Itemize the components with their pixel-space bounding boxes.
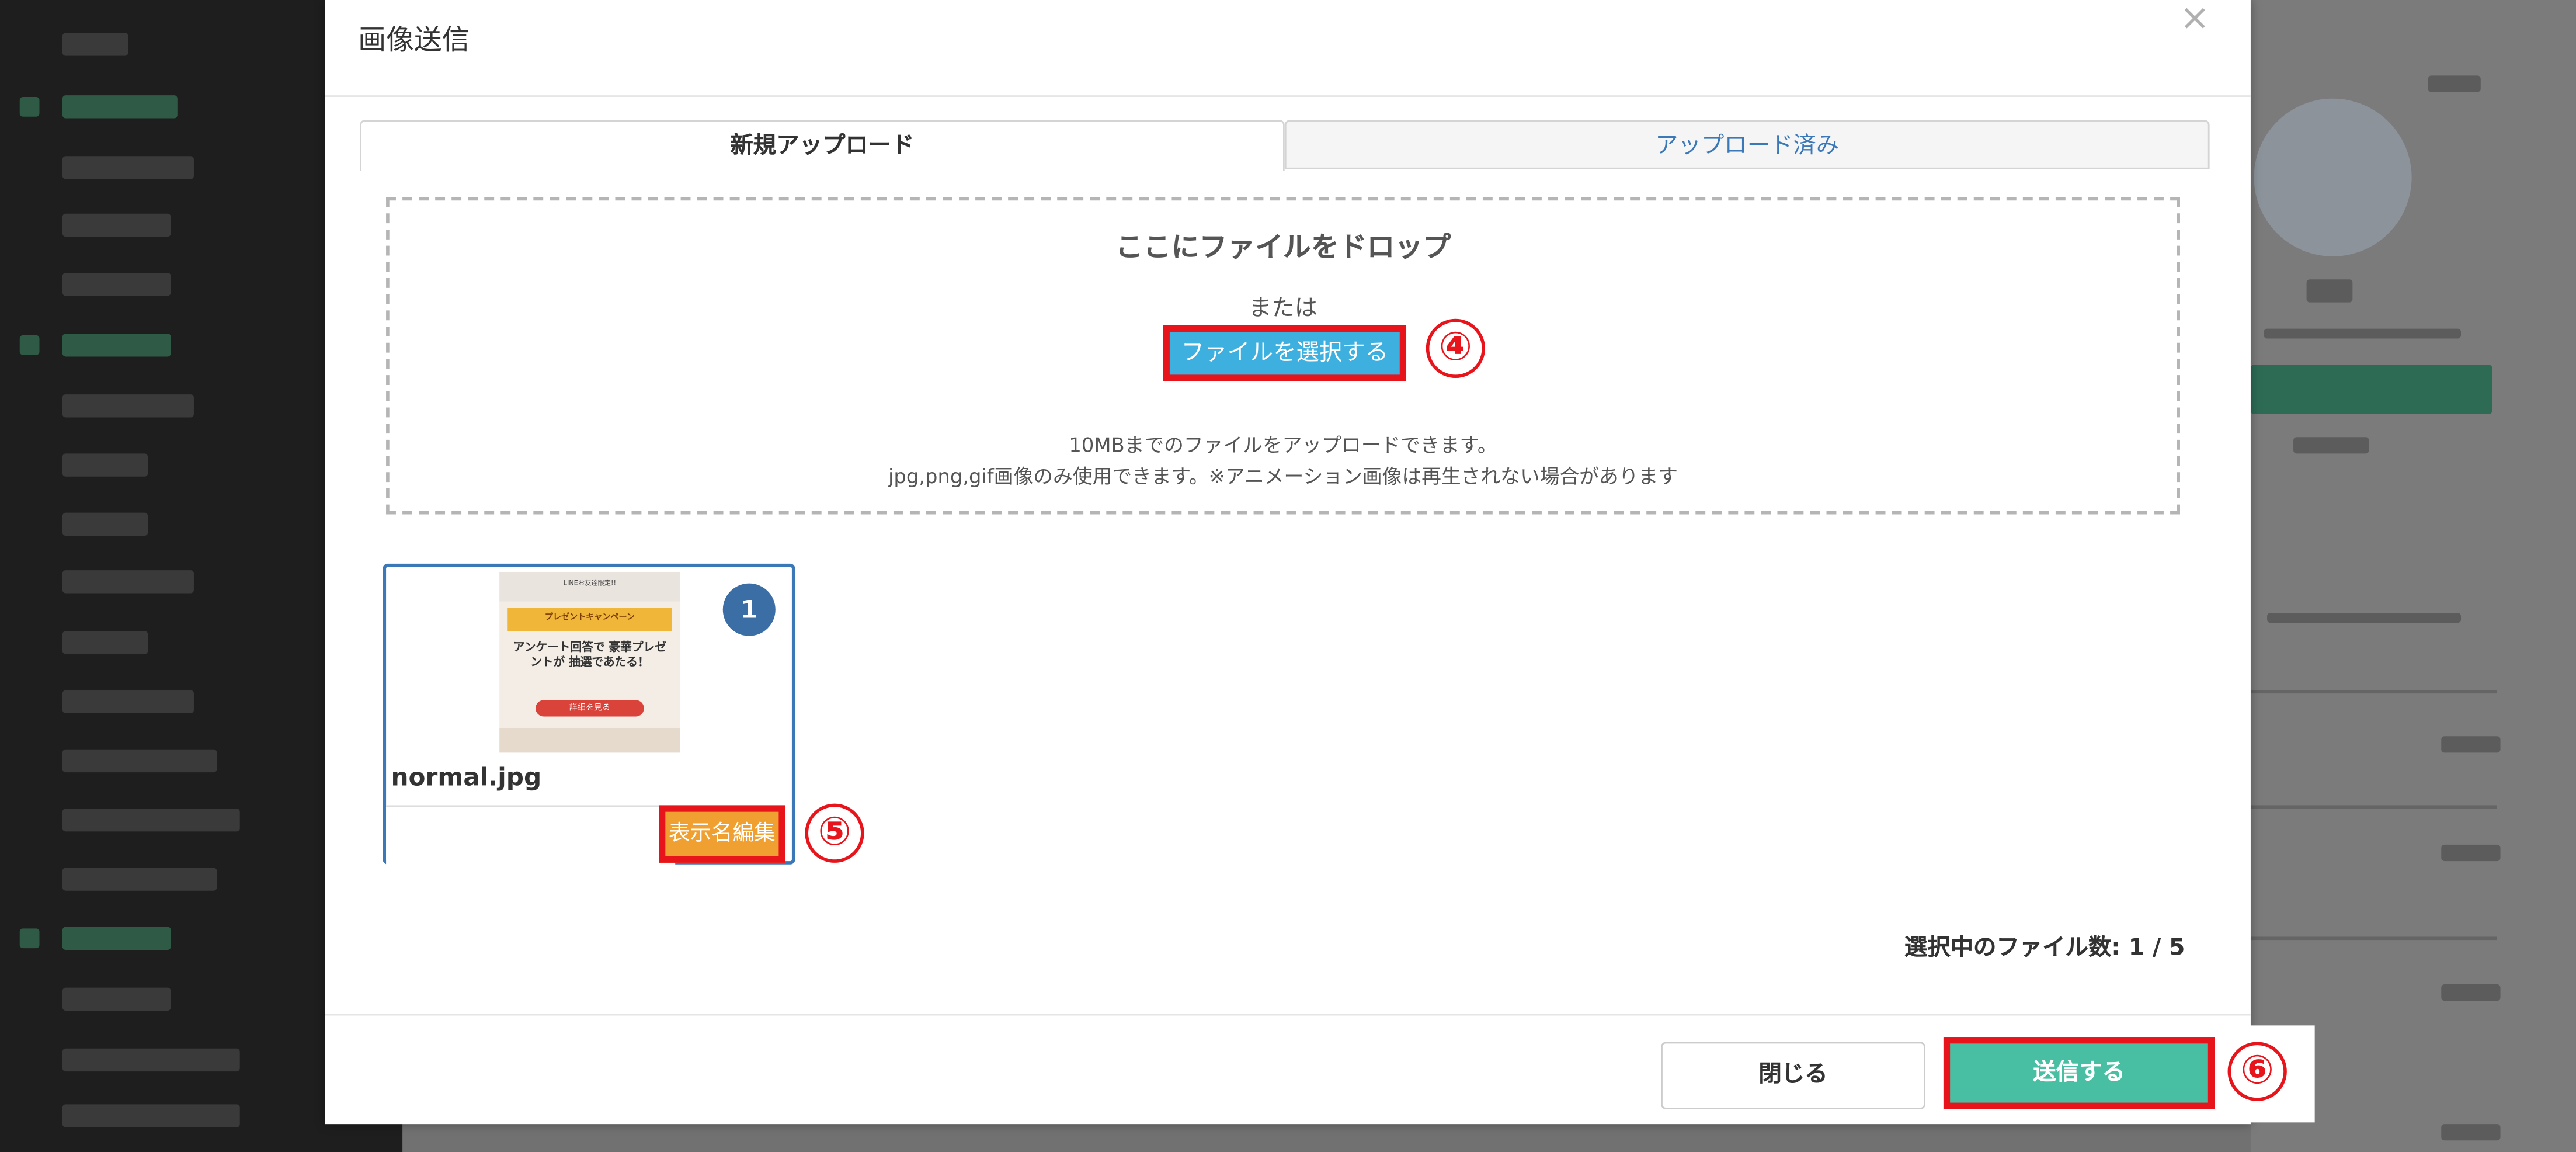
bg-sidebar-item	[62, 156, 194, 179]
bg-sidebar-icon	[19, 928, 40, 949]
modal-header: 画像送信 ×	[325, 0, 2251, 97]
bg-divider	[2250, 805, 2497, 809]
bg-sidebar-item	[62, 213, 171, 237]
thumbnail-top-text: LINEお友達限定!!	[563, 578, 617, 587]
background-avatar	[2254, 98, 2412, 256]
bg-chip	[2428, 75, 2481, 92]
select-file-button[interactable]: ファイルを選択する	[1163, 325, 1407, 381]
thumbnail-banner-text: プレゼントキャンペーン	[544, 613, 635, 623]
dropzone-title: ここにファイルをドロップ	[1115, 231, 1451, 265]
thumbnail-bottom-decoration	[499, 728, 680, 753]
image-thumbnail: LINEお友達限定!! プレゼントキャンペーン アンケート回答で 豪華プレゼント…	[499, 571, 680, 753]
tab-uploaded[interactable]: アップロード済み	[1284, 120, 2210, 169]
bg-sidebar-item	[62, 927, 171, 950]
bg-chip	[2441, 1124, 2501, 1141]
bg-chip	[2264, 328, 2462, 339]
bg-sidebar-icon	[19, 96, 40, 117]
bg-divider	[2250, 936, 2497, 941]
upload-tabs: 新規アップロード アップロード済み	[360, 120, 2210, 171]
bg-sidebar-item	[62, 512, 148, 536]
bg-sidebar-item	[62, 1104, 240, 1127]
bg-chip	[2293, 437, 2369, 454]
bg-sidebar-item	[62, 570, 194, 594]
close-button[interactable]: 閉じる	[1661, 1042, 1925, 1109]
thumbnail-heading: アンケート回答で 豪華プレゼントが 抽選であたる！	[513, 641, 666, 669]
tab-new-upload[interactable]: 新規アップロード	[360, 120, 1285, 171]
file-dropzone[interactable]: ここにファイルをドロップ または ファイルを選択する ④ 10MBまでのファイル…	[386, 197, 2180, 515]
bg-sidebar-item	[62, 334, 171, 357]
dropzone-note-size: 10MBまでのファイルをアップロードできます。	[1069, 433, 1497, 457]
screen: 画像送信 × 新規アップロード アップロード済み ここにファイルをドロップ また…	[0, 0, 2576, 1152]
dropzone-note-format: jpg,png,gif画像のみ使用できます。※アニメーション画像は再生されない場…	[888, 465, 1678, 488]
bg-sidebar-item	[62, 868, 217, 891]
step-4-annotation: ④	[1426, 318, 1486, 379]
bg-sidebar-icon	[19, 335, 40, 355]
bg-sidebar-item	[62, 690, 194, 713]
bg-chip	[2306, 279, 2353, 303]
bg-sidebar-item	[62, 631, 148, 654]
file-name: normal.jpg	[391, 762, 542, 792]
dropzone-or-text: または	[1248, 296, 1318, 322]
thumbnail-banner: プレゼントキャンペーン	[507, 608, 672, 631]
thumbnail-button: 詳細を見る	[536, 700, 644, 717]
bg-sidebar-item	[62, 394, 194, 418]
edit-display-name-button[interactable]: 表示名編集	[659, 805, 785, 863]
bg-divider	[2250, 690, 2497, 694]
bg-chip	[2441, 736, 2501, 753]
display-name-input[interactable]	[386, 805, 676, 866]
thumbnail-button-text: 詳細を見る	[569, 703, 611, 713]
selection-order-badge: 1	[722, 583, 776, 636]
step-6-annotation: ⑥	[2227, 1042, 2287, 1101]
background-green-button	[2250, 365, 2492, 414]
bg-sidebar-item	[62, 95, 178, 119]
bg-sidebar-item	[62, 809, 240, 832]
bg-sidebar-item	[62, 749, 217, 773]
selected-file-count: 選択中のファイル数: 1 / 5	[1904, 935, 2185, 962]
bg-sidebar-item	[62, 987, 171, 1011]
close-icon[interactable]: ×	[2178, 0, 2211, 40]
bg-chip	[2441, 984, 2501, 1001]
bg-chip	[2267, 613, 2462, 623]
bg-sidebar-item	[62, 453, 148, 477]
bg-chip	[2441, 844, 2501, 862]
send-button[interactable]: 送信する	[1943, 1037, 2215, 1109]
modal-title: 画像送信	[358, 25, 470, 58]
bg-sidebar-item	[62, 272, 171, 296]
bg-sidebar-item	[62, 33, 128, 56]
step-5-annotation: ⑤	[805, 803, 864, 863]
image-send-modal: 画像送信 × 新規アップロード アップロード済み ここにファイルをドロップ また…	[325, 0, 2251, 1125]
bg-sidebar-item	[62, 1048, 240, 1072]
